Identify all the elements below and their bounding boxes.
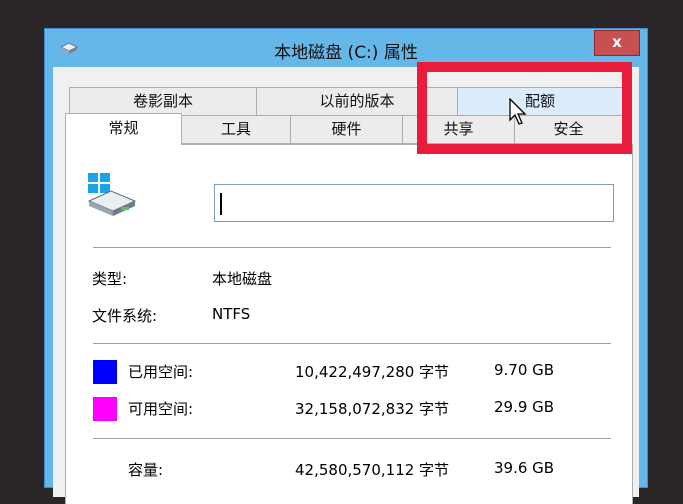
free-space-swatch xyxy=(93,397,117,421)
filesystem-label: 文件系统: xyxy=(92,307,158,325)
close-button[interactable]: x xyxy=(594,30,640,56)
type-label: 类型: xyxy=(92,270,128,288)
divider-middle xyxy=(93,343,611,344)
text-caret xyxy=(220,193,222,215)
used-space-label: 已用空间: xyxy=(128,363,194,381)
capacity-label: 容量: xyxy=(128,461,164,479)
mouse-pointer-icon xyxy=(509,97,527,130)
window-title: 本地磁盘 (C:) 属性 xyxy=(274,43,418,63)
filesystem-value: NTFS xyxy=(212,305,251,323)
divider-top xyxy=(93,247,611,248)
used-space-bytes: 10,422,497,280 字节 xyxy=(295,363,450,381)
type-value: 本地磁盘 xyxy=(212,270,273,288)
free-space-bytes: 32,158,072,832 字节 xyxy=(295,400,450,418)
windows-drive-icon xyxy=(85,171,139,221)
tab-general[interactable]: 常规 xyxy=(65,113,182,145)
tab-tools[interactable]: 工具 xyxy=(181,115,291,144)
tab-shadow-copies[interactable]: 卷影副本 xyxy=(69,87,257,116)
used-space-swatch xyxy=(93,360,117,384)
divider-bottom xyxy=(93,438,611,439)
capacity-bytes: 42,580,570,112 字节 xyxy=(295,461,450,479)
used-space-size: 9.70 GB xyxy=(494,361,555,379)
tab-hardware[interactable]: 硬件 xyxy=(290,115,403,144)
free-space-size: 29.9 GB xyxy=(494,398,555,416)
volume-name-input[interactable] xyxy=(214,184,614,222)
capacity-size: 39.6 GB xyxy=(494,459,555,477)
free-space-label: 可用空间: xyxy=(128,400,194,418)
